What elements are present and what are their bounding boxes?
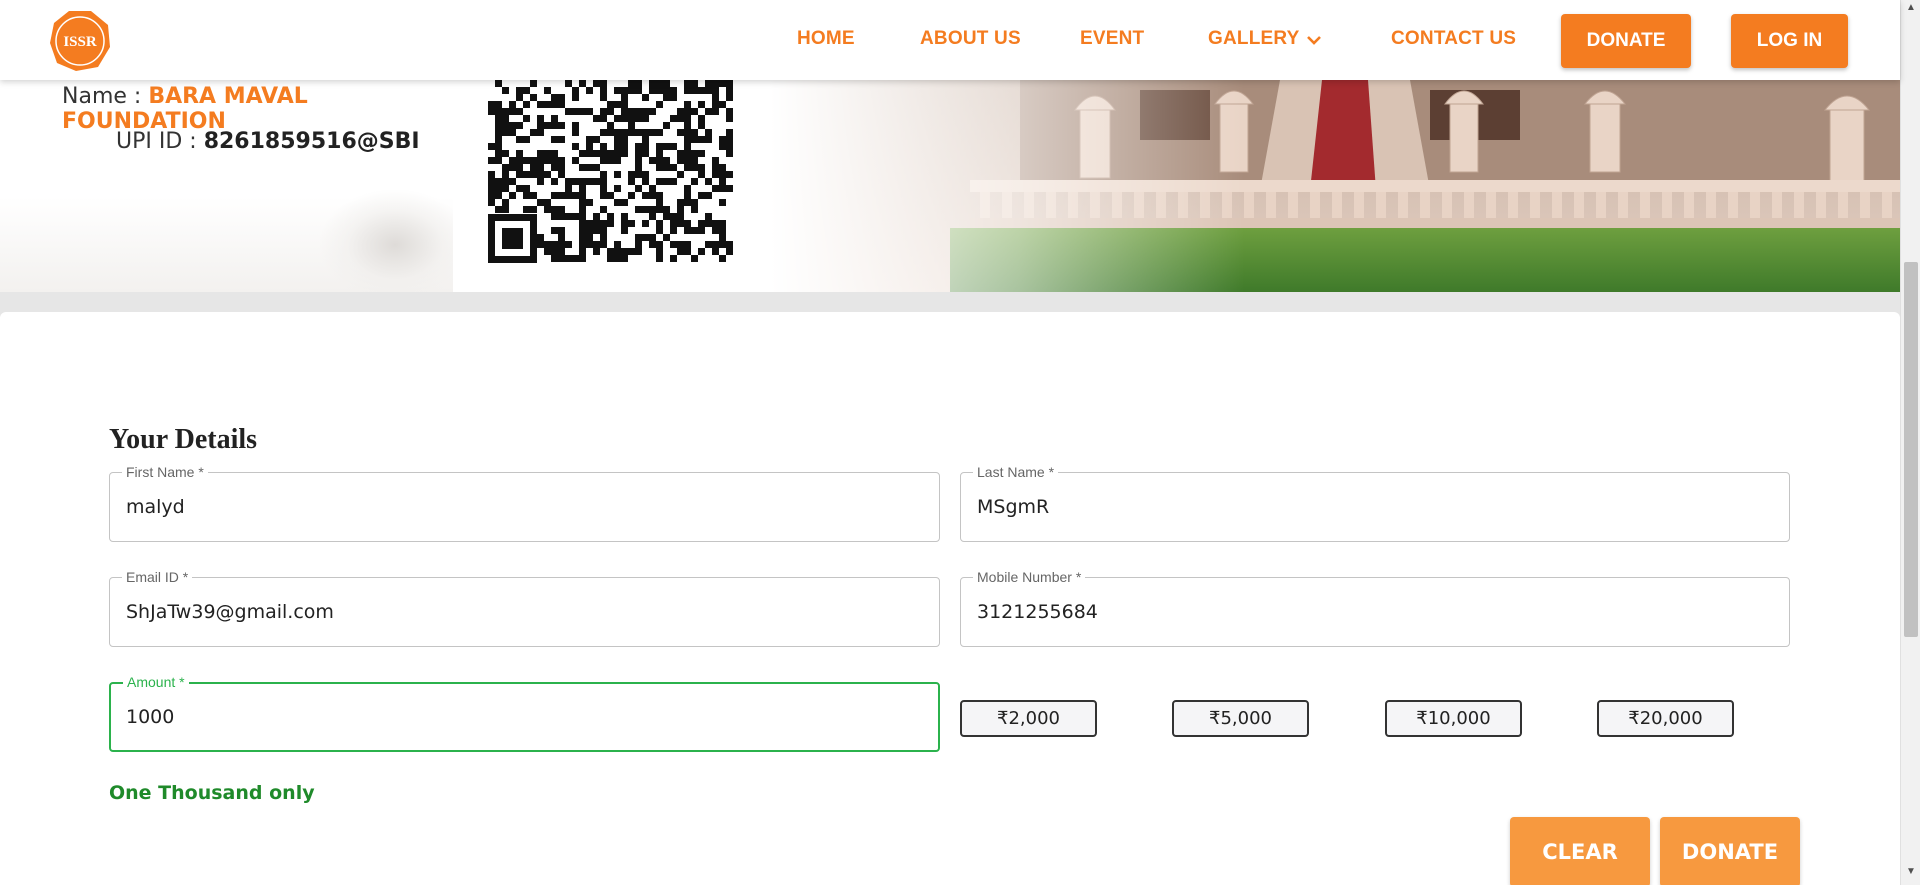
last-name-input[interactable] (977, 473, 1773, 541)
upi-banner: Name : BARA MAVAL FOUNDATION UPI ID : 82… (0, 80, 1900, 292)
nav-gallery[interactable]: GALLERY (1208, 28, 1299, 50)
issr-logo[interactable]: ISSR (48, 9, 112, 73)
qr-panel (453, 80, 770, 292)
email-field[interactable]: Email ID * (109, 569, 940, 647)
header-donate-button[interactable]: DONATE (1561, 14, 1691, 68)
mobile-number-input[interactable] (977, 578, 1773, 646)
scroll-down-arrow-icon[interactable]: ▼ (1905, 866, 1917, 878)
preset-amount-20000-button[interactable]: ₹20,000 (1597, 700, 1734, 737)
donation-page: ISSR HOME ABOUT US EVENT GALLERY CONTACT… (0, 0, 1920, 885)
qr-code-image (488, 80, 733, 263)
scroll-up-arrow-icon[interactable]: ▲ (1905, 2, 1917, 14)
temple-banner-image (770, 80, 1900, 292)
amount-field[interactable]: Amount * (109, 674, 940, 752)
upi-id-label: UPI ID : (116, 129, 204, 154)
clear-button[interactable]: CLEAR (1510, 817, 1650, 885)
chevron-down-icon[interactable] (1304, 30, 1324, 50)
preset-amount-10000-button[interactable]: ₹10,000 (1385, 700, 1522, 737)
banner-smoke-decoration (320, 190, 470, 292)
donate-submit-button[interactable]: DONATE (1660, 817, 1800, 885)
nav-event[interactable]: EVENT (1080, 28, 1144, 50)
preset-amount-2000-button[interactable]: ₹2,000 (960, 700, 1097, 737)
login-button[interactable]: LOG IN (1731, 14, 1848, 68)
email-input[interactable] (126, 578, 923, 646)
amount-input[interactable] (126, 683, 921, 751)
banner-left-panel: Name : BARA MAVAL FOUNDATION UPI ID : 82… (0, 80, 470, 292)
last-name-field[interactable]: Last Name * (960, 464, 1790, 542)
upi-id: UPI ID : 8261859516@SBI (116, 129, 420, 154)
nav-contact-us[interactable]: CONTACT US (1391, 28, 1516, 50)
amount-in-words: One Thousand only (109, 782, 315, 804)
page-scrollbar[interactable]: ▲ ▼ (1900, 0, 1920, 885)
top-navbar: ISSR HOME ABOUT US EVENT GALLERY CONTACT… (0, 0, 1900, 80)
upi-name-label: Name : (62, 84, 149, 109)
first-name-input[interactable] (126, 473, 923, 541)
upi-id-value: 8261859516@SBI (203, 129, 420, 154)
nav-about-us[interactable]: ABOUT US (920, 28, 1021, 50)
preset-amount-5000-button[interactable]: ₹5,000 (1172, 700, 1309, 737)
your-details-heading: Your Details (109, 424, 258, 455)
scrollbar-thumb[interactable] (1904, 262, 1918, 637)
nav-home[interactable]: HOME (797, 28, 855, 50)
first-name-field[interactable]: First Name * (109, 464, 940, 542)
upi-account-name: Name : BARA MAVAL FOUNDATION (62, 84, 453, 134)
mobile-number-field[interactable]: Mobile Number * (960, 569, 1790, 647)
svg-text:ISSR: ISSR (63, 34, 97, 50)
donation-form-card: Your Details First Name * Last Name * Em… (0, 312, 1900, 885)
